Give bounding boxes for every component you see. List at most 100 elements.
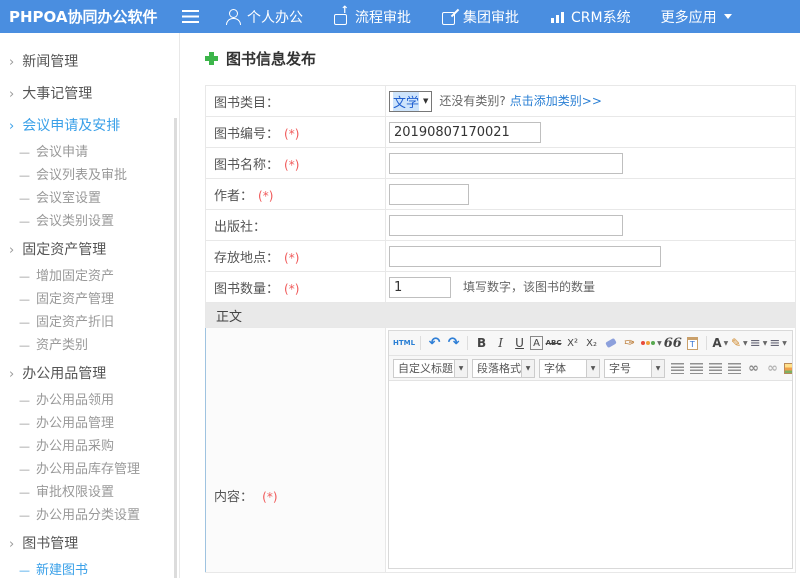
superscript-icon[interactable]: X² xyxy=(564,335,581,352)
field-label: 图书类目： xyxy=(214,96,279,111)
caret-down-icon: ▼ xyxy=(423,97,428,105)
sidebar-item[interactable]: —审批权限设置 xyxy=(0,481,179,504)
dash-icon: — xyxy=(19,394,30,407)
blockquote-icon[interactable]: 66 xyxy=(664,335,682,352)
sidebar-item[interactable]: —固定资产管理 xyxy=(0,288,179,311)
sidebar-scrollbar[interactable] xyxy=(174,118,177,578)
ordered-list-icon[interactable]: ≡▼ xyxy=(750,335,768,352)
image-icon[interactable] xyxy=(783,360,792,377)
hamburger-icon[interactable] xyxy=(182,10,199,23)
redo-icon[interactable]: ↷ xyxy=(445,335,462,352)
align-justify-icon[interactable] xyxy=(726,360,743,377)
sidebar-item[interactable]: ›固定资产管理 xyxy=(0,236,179,265)
form-row: 图书名称：(*) xyxy=(206,148,796,179)
content-row: 内容： (*) HTML↶↷BIUAABCX²X₂✑▼66TA▼✎▼≡▼≡▼ 自… xyxy=(206,328,796,573)
book-name-input[interactable] xyxy=(389,153,623,174)
add-category-link[interactable]: 点击添加类别>> xyxy=(510,94,602,108)
sidebar-item[interactable]: —会议申请 xyxy=(0,141,179,164)
custom-title-select[interactable]: 自定义标题▼ xyxy=(393,359,468,378)
nav-item-label: CRM系统 xyxy=(571,7,631,27)
sidebar-item-label: 办公用品管理 xyxy=(36,416,114,431)
sidebar-item[interactable]: —新建图书 xyxy=(0,559,179,578)
dash-icon: — xyxy=(19,440,30,453)
undo-icon[interactable]: ↶ xyxy=(426,335,443,352)
chevron-right-icon: › xyxy=(9,243,14,258)
sidebar-item[interactable]: —会议室设置 xyxy=(0,187,179,210)
required-mark: (*) xyxy=(258,189,273,203)
sidebar-item-label: 审批权限设置 xyxy=(36,485,114,500)
caret-down-icon: ▼ xyxy=(521,360,534,377)
book-number-input[interactable] xyxy=(389,122,541,143)
sidebar-item[interactable]: ›办公用品管理 xyxy=(0,360,179,389)
dash-icon: — xyxy=(19,215,30,228)
align-left-icon[interactable] xyxy=(669,360,686,377)
link-icon[interactable]: ∞ xyxy=(745,360,762,377)
sidebar-item[interactable]: —办公用品分类设置 xyxy=(0,504,179,527)
field-label: 存放地点： xyxy=(214,251,279,266)
dash-icon: — xyxy=(19,169,30,182)
sidebar-item-label: 会议类别设置 xyxy=(36,214,114,229)
nav-item-group-approval[interactable]: 集团审批 xyxy=(441,7,519,27)
sidebar-item[interactable]: —固定资产折旧 xyxy=(0,311,179,334)
sidebar-item[interactable]: —办公用品库存管理 xyxy=(0,458,179,481)
dash-icon: — xyxy=(19,293,30,306)
format-brush-icon[interactable]: ✑ xyxy=(621,335,638,352)
font-color-icon[interactable]: A▼ xyxy=(712,335,729,352)
font-size-select[interactable]: 字号▼ xyxy=(604,359,665,378)
autotypeset-icon[interactable]: A xyxy=(530,336,543,350)
sidebar-item[interactable]: —增加固定资产 xyxy=(0,265,179,288)
bold-icon[interactable]: B xyxy=(473,335,490,352)
author-input[interactable] xyxy=(389,184,469,205)
form-row: 图书类目： 文学▼ 还没有类别? 点击添加类别>> xyxy=(206,86,796,117)
book-form: 图书类目：文学▼还没有类别?点击添加类别>>图书编号：(*)图书名称：(*)作者… xyxy=(205,85,796,573)
sidebar-item[interactable]: ›图书管理 xyxy=(0,530,179,559)
nav-item-more-apps[interactable]: 更多应用 xyxy=(661,7,732,27)
paste-icon[interactable]: T xyxy=(684,335,701,352)
subscript-icon[interactable]: X₂ xyxy=(583,335,600,352)
nav-item-crm-system[interactable]: CRM系统 xyxy=(549,7,631,27)
book-category-select[interactable]: 文学▼ xyxy=(389,91,432,112)
sidebar-item[interactable]: —资产类别 xyxy=(0,334,179,357)
plus-icon xyxy=(205,52,218,65)
eraser-icon[interactable] xyxy=(602,335,619,352)
paragraph-format-select[interactable]: 段落格式▼ xyxy=(472,359,535,378)
strikethrough-icon[interactable]: ABC xyxy=(545,335,562,352)
underline-icon[interactable]: U xyxy=(511,335,528,352)
editor-content-area[interactable] xyxy=(389,381,792,568)
form-row: 存放地点：(*) xyxy=(206,241,796,272)
font-family-select[interactable]: 字体▼ xyxy=(539,359,600,378)
caret-down-icon: ▼ xyxy=(586,360,599,377)
nav-item-personal-office[interactable]: 个人办公 xyxy=(225,7,303,27)
section-header: 正文 xyxy=(206,303,796,328)
sidebar-item[interactable]: ›新闻管理 xyxy=(0,48,179,77)
sidebar-item[interactable]: — 会议列表及审批 xyxy=(0,164,179,187)
dash-icon: — xyxy=(19,316,30,329)
book-quantity-input[interactable] xyxy=(389,277,451,298)
sidebar-item[interactable]: —办公用品管理 xyxy=(0,412,179,435)
sidebar-item[interactable]: —办公用品领用 xyxy=(0,389,179,412)
nav-item-workflow-approval[interactable]: 流程审批 xyxy=(333,7,411,27)
category-hint: 还没有类别? xyxy=(439,94,505,108)
sidebar-item[interactable]: ›大事记管理 xyxy=(0,80,179,109)
highlight-pen-icon[interactable]: ✎▼ xyxy=(731,335,748,352)
caret-down-icon: ▼ xyxy=(763,340,768,347)
required-mark: (*) xyxy=(262,490,277,504)
align-center-icon[interactable] xyxy=(688,360,705,377)
publisher-input[interactable] xyxy=(389,215,623,236)
dash-icon: — xyxy=(19,509,30,522)
align-right-icon[interactable] xyxy=(707,360,724,377)
dash-icon: — xyxy=(19,463,30,476)
sidebar-item[interactable]: ›会议申请及安排 xyxy=(0,112,179,141)
unordered-list-icon[interactable]: ≡▼ xyxy=(769,335,787,352)
emotion-icon[interactable]: ▼ xyxy=(640,335,662,352)
sidebar-item-label: 会议列表及审批 xyxy=(36,168,127,183)
nav-item-label: 集团审批 xyxy=(463,7,519,27)
caret-down-icon: ▼ xyxy=(454,360,467,377)
field-label: 图书编号： xyxy=(214,127,279,142)
storage-location-input[interactable] xyxy=(389,246,661,267)
unlink-icon[interactable]: ∞ xyxy=(764,360,781,377)
source-code-button[interactable]: HTML xyxy=(393,335,415,352)
italic-icon[interactable]: I xyxy=(492,335,509,352)
sidebar-item[interactable]: — 会议类别设置 xyxy=(0,210,179,233)
sidebar-item[interactable]: —办公用品采购 xyxy=(0,435,179,458)
